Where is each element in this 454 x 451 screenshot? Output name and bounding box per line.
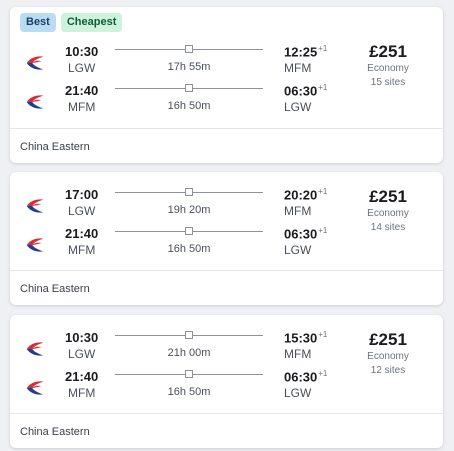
day-offset: +1 [318, 369, 328, 378]
flight-results-list: Best Cheapest 10:30 LGW 17h 55m 12:25+1 … [0, 0, 454, 451]
price-block[interactable]: £251 Economy 15 sites [343, 42, 433, 90]
card-footer: China Eastern [10, 413, 443, 448]
departure-airport-code: LGW [68, 347, 96, 361]
arrival-time: 12:25+1 [284, 44, 328, 60]
flight-duration: 16h 50m [167, 386, 211, 398]
flight-duration: 21h 00m [167, 347, 211, 359]
arrival-time: 06:30+1 [284, 226, 328, 242]
sites-count: 15 sites [370, 77, 406, 88]
sites-count: 12 sites [370, 365, 406, 376]
cheapest-badge: Cheapest [60, 13, 123, 32]
price-block[interactable]: £251 Economy 14 sites [343, 187, 433, 235]
day-offset: +1 [318, 187, 328, 196]
stop-marker-icon [185, 331, 193, 339]
price: £251 [369, 187, 407, 206]
stop-marker-icon [185, 45, 193, 53]
card-footer: China Eastern [10, 128, 443, 163]
cabin-class: Economy [367, 208, 409, 219]
sites-count: 14 sites [370, 222, 406, 233]
departure-airport-code: MFM [68, 386, 96, 400]
departure-time: 21:40 [65, 226, 99, 241]
arrival-airport-code: LGW [284, 386, 312, 400]
arrival-airport-code: MFM [284, 347, 312, 361]
price-block[interactable]: £251 Economy 12 sites [343, 330, 433, 378]
price: £251 [369, 42, 407, 61]
flight-duration: 17h 55m [167, 61, 211, 73]
stop-marker-icon [185, 188, 193, 196]
stop-marker-icon [185, 227, 193, 235]
china-eastern-logo-icon [26, 381, 44, 395]
departure-time: 21:40 [65, 83, 99, 98]
cabin-class: Economy [367, 63, 409, 74]
flight-result-card[interactable]: Best Cheapest 10:30 LGW 17h 55m 12:25+1 … [10, 7, 443, 163]
arrival-time: 20:20+1 [284, 187, 328, 203]
departure-time: 10:30 [65, 44, 99, 59]
departure-airport-code: MFM [68, 243, 96, 257]
day-offset: +1 [318, 330, 328, 339]
day-offset: +1 [318, 226, 328, 235]
china-eastern-logo-icon [26, 199, 44, 213]
best-badge: Best [20, 13, 56, 32]
airline-name: China Eastern [20, 283, 90, 295]
flight-duration: 16h 50m [167, 100, 211, 112]
card-footer: China Eastern [10, 270, 443, 305]
flight-duration: 16h 50m [167, 243, 211, 255]
stop-marker-icon [185, 84, 193, 92]
arrival-airport-code: LGW [284, 243, 312, 257]
departure-airport-code: MFM [68, 100, 96, 114]
china-eastern-logo-icon [26, 238, 44, 252]
airline-name: China Eastern [20, 141, 90, 153]
departure-airport-code: LGW [68, 61, 96, 75]
china-eastern-logo-icon [26, 95, 44, 109]
arrival-time: 06:30+1 [284, 369, 328, 385]
day-offset: +1 [318, 83, 328, 92]
flight-duration: 19h 20m [167, 204, 211, 216]
arrival-airport-code: MFM [284, 61, 312, 75]
arrival-airport-code: LGW [284, 100, 312, 114]
departure-time: 21:40 [65, 369, 99, 384]
flight-result-card[interactable]: 10:30 LGW 21h 00m 15:30+1 MFM 21:40 MFM … [10, 315, 443, 448]
flight-result-card[interactable]: 17:00 LGW 19h 20m 20:20+1 MFM 21:40 MFM … [10, 172, 443, 305]
cabin-class: Economy [367, 351, 409, 362]
arrival-time: 15:30+1 [284, 330, 328, 346]
departure-time: 10:30 [65, 330, 99, 345]
badge-row: Best Cheapest [20, 13, 123, 32]
china-eastern-logo-icon [26, 342, 44, 356]
arrival-time: 06:30+1 [284, 83, 328, 99]
day-offset: +1 [318, 44, 328, 53]
stop-marker-icon [185, 370, 193, 378]
departure-time: 17:00 [65, 187, 99, 202]
arrival-airport-code: MFM [284, 204, 312, 218]
china-eastern-logo-icon [26, 56, 44, 70]
airline-name: China Eastern [20, 426, 90, 438]
price: £251 [369, 330, 407, 349]
departure-airport-code: LGW [68, 204, 96, 218]
